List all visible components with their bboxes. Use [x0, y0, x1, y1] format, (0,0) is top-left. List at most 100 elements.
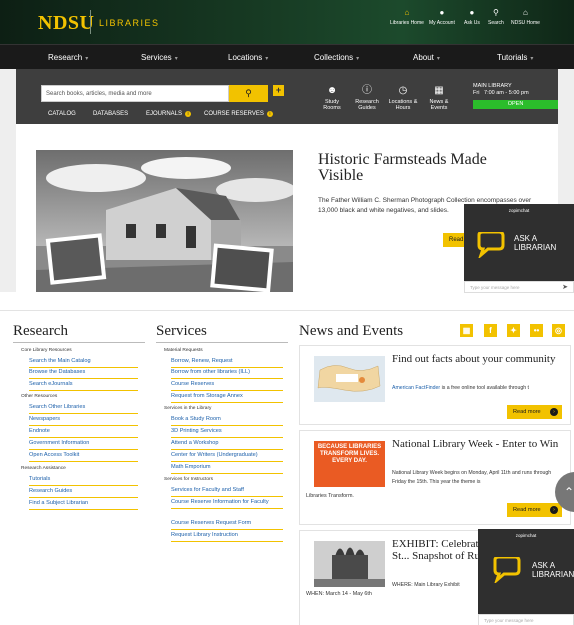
flickr-icon[interactable]: •• — [530, 324, 543, 337]
chevron-up-icon: ⌃ — [563, 485, 574, 499]
calendar-icon[interactable]: ▦ — [460, 324, 473, 337]
research-group-label: Core Library Resources — [21, 348, 72, 353]
chat-widget[interactable]: zopimchat ASK A LIBRARIAN Type your mess… — [464, 204, 574, 293]
libraries-logo[interactable]: LIBRARIES — [99, 18, 160, 28]
services-link[interactable]: 3D Printing Services — [171, 428, 283, 438]
quicklink-study-rooms[interactable]: ☻ Study Rooms — [318, 85, 346, 111]
nav-label: Research — [48, 53, 83, 62]
services-link[interactable]: Borrow, Renew, Request — [171, 358, 283, 368]
services-link[interactable]: Services for Faculty and Staff — [171, 487, 283, 497]
research-link[interactable]: Browse the Databases — [29, 369, 138, 379]
nav-label: Tutorials — [497, 53, 528, 62]
library-week-thumbnail[interactable]: BECAUSE LIBRARIES TRANSFORM LIVES. EVERY… — [314, 441, 385, 487]
utility-libraries-home[interactable]: ⌂ Libraries Home — [390, 8, 424, 26]
services-link[interactable]: Book a Study Room — [171, 416, 283, 426]
read-more-button[interactable]: Read more › — [507, 405, 562, 419]
services-link[interactable]: Math Emporium — [171, 464, 283, 474]
chat-message-input[interactable]: Type your message here — [464, 281, 574, 293]
news-caption: Libraries Transform. — [306, 493, 354, 499]
send-icon[interactable]: ➤ — [562, 283, 568, 291]
search-input[interactable]: Search books, articles, media and more — [41, 85, 229, 102]
tab-ejournals[interactable]: EJOURNALS i — [146, 111, 192, 117]
info-icon[interactable]: i — [266, 111, 273, 117]
info-icon[interactable]: i — [185, 111, 192, 117]
news-title[interactable]: Find out facts about your community — [392, 353, 570, 365]
services-link[interactable]: Center for Writers (Undergraduate) — [171, 452, 283, 462]
map-thumbnail[interactable] — [314, 356, 385, 402]
quicklink-locations-hours[interactable]: ◷ Locations & Hours — [386, 85, 420, 111]
read-more-button[interactable]: Read more › — [507, 503, 562, 517]
chat-widget[interactable]: zopimchat ASK A LIBRARIAN Type your mess… — [478, 529, 574, 625]
hours-location: MAIN LIBRARY — [473, 83, 512, 89]
research-link[interactable]: Open Access Toolkit — [29, 452, 138, 462]
farmstead-photo[interactable] — [36, 150, 293, 292]
nav-about[interactable]: About ▾ — [413, 53, 440, 62]
nav-research[interactable]: Research ▾ — [48, 53, 88, 62]
utility-label: Libraries Home — [390, 20, 424, 26]
search-button[interactable]: ⚲ — [229, 85, 268, 102]
utility-search[interactable]: ⚲ Search — [488, 8, 504, 26]
nav-label: Services — [141, 53, 172, 62]
research-link[interactable]: Search eJournals — [29, 381, 138, 391]
nav-locations[interactable]: Locations ▾ — [228, 53, 268, 62]
quicklink-label: Study Rooms — [323, 99, 341, 111]
quicklink-research-guides[interactable]: ⓘ Research Guides — [350, 85, 384, 111]
hours-row: Fri 7:00 am - 5:00 pm — [473, 90, 529, 97]
chevron-down-icon: ▾ — [356, 56, 360, 62]
research-link[interactable]: Tutorials — [29, 476, 138, 486]
advanced-search-button[interactable]: + — [273, 85, 284, 96]
research-group-label: Research Assistance — [21, 466, 66, 471]
tab-databases[interactable]: DATABASES — [93, 111, 128, 117]
chevron-right-icon: › — [550, 408, 558, 416]
hero-title[interactable]: Historic Farmsteads Made Visible — [318, 152, 518, 184]
tab-course-reserves[interactable]: COURSE RESERVES i — [204, 111, 273, 117]
news-description: American FactFinder is a free online too… — [392, 384, 567, 393]
nav-tutorials[interactable]: Tutorials ▾ — [497, 53, 533, 62]
chevron-down-icon: ▾ — [436, 56, 440, 62]
utility-ndsu-home[interactable]: ⌂ NDSU Home — [511, 8, 540, 26]
services-link[interactable]: Request Library Instruction — [171, 532, 283, 542]
read-more-label: Read more — [513, 507, 541, 513]
news-item: BECAUSE LIBRARIES TRANSFORM LIVES. EVERY… — [299, 430, 571, 525]
news-title[interactable]: National Library Week - Enter to Win — [392, 438, 570, 450]
nav-services[interactable]: Services ▾ — [141, 53, 178, 62]
research-link[interactable]: Search Other Libraries — [29, 404, 138, 414]
research-link[interactable]: Research Guides — [29, 488, 138, 498]
research-link[interactable]: Search the Main Catalog — [29, 358, 138, 368]
ndsu-logo[interactable]: NDSU — [38, 12, 94, 35]
services-link[interactable]: Borrow from other libraries (ILL) — [171, 369, 283, 379]
quicklink-news-events[interactable]: ▦ News & Events — [424, 85, 454, 111]
news-text: is a free online tool available through … — [440, 385, 529, 391]
news-heading: News and Events — [299, 323, 404, 339]
research-link[interactable]: Government Information — [29, 440, 138, 450]
research-group-label: Other Resources — [21, 394, 58, 399]
logo-divider — [90, 10, 91, 34]
nav-collections[interactable]: Collections ▾ — [314, 53, 359, 62]
homepage-top: NDSU LIBRARIES ⌂ Libraries Home ● My Acc… — [0, 0, 574, 293]
twitter-icon[interactable]: ✦ — [507, 324, 520, 337]
chat-message-input[interactable]: Type your message here — [478, 614, 574, 625]
building-icon: ⌂ — [523, 8, 528, 17]
utility-ask-us[interactable]: ● Ask Us — [464, 8, 480, 26]
homepage-lower: Research Services News and Events ▦ f ✦ … — [0, 310, 574, 625]
user-icon: ● — [439, 8, 445, 17]
services-link[interactable]: Attend a Workshop — [171, 440, 283, 450]
hours-widget[interactable]: MAIN LIBRARY Fri 7:00 am - 5:00 pm — [473, 83, 529, 97]
news-item: Find out facts about your community Amer… — [299, 345, 571, 425]
services-link[interactable]: Course Reserves — [171, 381, 283, 391]
research-link[interactable]: Find a Subject Librarian — [29, 500, 138, 510]
tab-catalog[interactable]: CATALOG — [48, 111, 76, 117]
divider — [156, 342, 288, 343]
services-link[interactable]: Course Reserve Information for Faculty — [171, 499, 283, 509]
utility-my-account[interactable]: ● My Account — [429, 8, 455, 26]
services-link[interactable]: Request from Storage Annex — [171, 393, 283, 403]
utility-label: My Account — [429, 20, 455, 26]
chevron-down-icon: ▾ — [530, 56, 534, 62]
facebook-icon[interactable]: f — [484, 324, 497, 337]
services-link[interactable]: Course Reserves Request Form — [171, 520, 283, 530]
factfinder-link[interactable]: American FactFinder — [392, 385, 440, 391]
research-link[interactable]: Endnote — [29, 428, 138, 438]
exhibit-thumbnail[interactable] — [314, 541, 385, 587]
research-link[interactable]: Newspapers — [29, 416, 138, 426]
instagram-icon[interactable]: ◎ — [552, 324, 565, 337]
